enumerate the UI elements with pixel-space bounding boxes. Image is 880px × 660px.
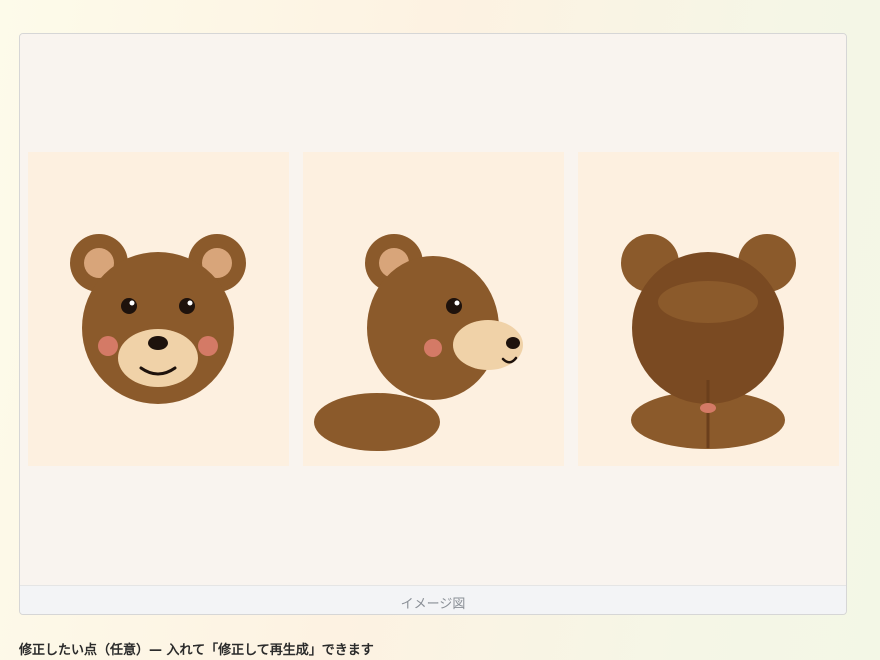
bear-side-image	[303, 152, 564, 466]
bear-back-illustration	[621, 234, 796, 449]
bear-front-illustration	[70, 234, 246, 404]
bear-side-illustration	[314, 234, 523, 451]
preview-card: イメージ図	[19, 33, 847, 615]
bear-back-image	[578, 152, 839, 466]
revision-hint-label: 修正したい点（任意）— 入れて「修正して再生成」できます	[19, 643, 374, 658]
caption-bar: イメージ図	[20, 585, 846, 614]
bear-front-image	[28, 152, 289, 466]
preview-stage	[20, 34, 846, 585]
image-caption: イメージ図	[400, 597, 466, 612]
